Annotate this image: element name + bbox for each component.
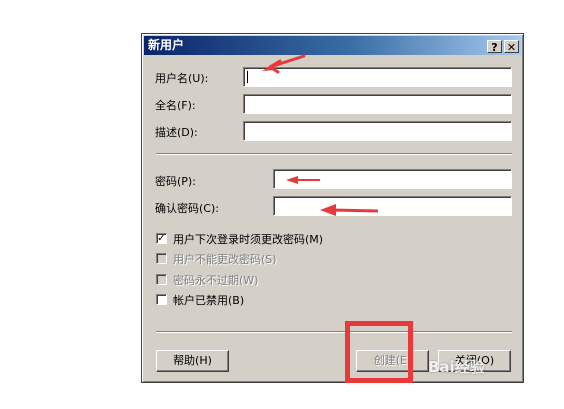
cannot-change-password-label: 用户不能更改密码(S): [173, 253, 277, 266]
annotation-arrow-password: [286, 176, 320, 184]
fullname-field[interactable]: [243, 94, 512, 114]
help-button[interactable]: 帮助(H): [156, 350, 229, 372]
dialog-title: 新用户: [148, 38, 185, 52]
cannot-change-password-checkbox[interactable]: [156, 253, 167, 264]
text-caret: [247, 71, 248, 83]
confirm-password-field[interactable]: [273, 196, 512, 216]
confirm-password-label: 确认密码(C):: [155, 202, 219, 215]
must-change-password-label: 用户下次登录时须更改密码(M): [173, 233, 324, 246]
annotation-arrow-username: [262, 54, 306, 74]
help-icon[interactable]: ?: [487, 40, 502, 54]
must-change-password-checkbox[interactable]: ✓: [156, 233, 167, 244]
separator: [156, 331, 512, 333]
fullname-label: 全名(F):: [155, 99, 196, 112]
separator: [156, 153, 512, 155]
title-bar: 新用户 ? ✕: [144, 36, 521, 55]
username-label: 用户名(U):: [155, 72, 209, 85]
watermark: Bai经验: [428, 358, 485, 376]
account-disabled-label: 帐户已禁用(B): [173, 294, 245, 307]
create-button-highlight: [345, 321, 413, 383]
account-disabled-checkbox[interactable]: [156, 294, 167, 305]
password-never-expires-checkbox[interactable]: [156, 274, 167, 285]
description-label: 描述(D):: [155, 126, 198, 139]
password-never-expires-label: 密码永不过期(W): [173, 274, 259, 287]
close-icon[interactable]: ✕: [504, 40, 519, 54]
description-field[interactable]: [243, 121, 512, 141]
annotation-arrow-confirm: [320, 204, 379, 216]
password-label: 密码(P):: [155, 175, 196, 188]
